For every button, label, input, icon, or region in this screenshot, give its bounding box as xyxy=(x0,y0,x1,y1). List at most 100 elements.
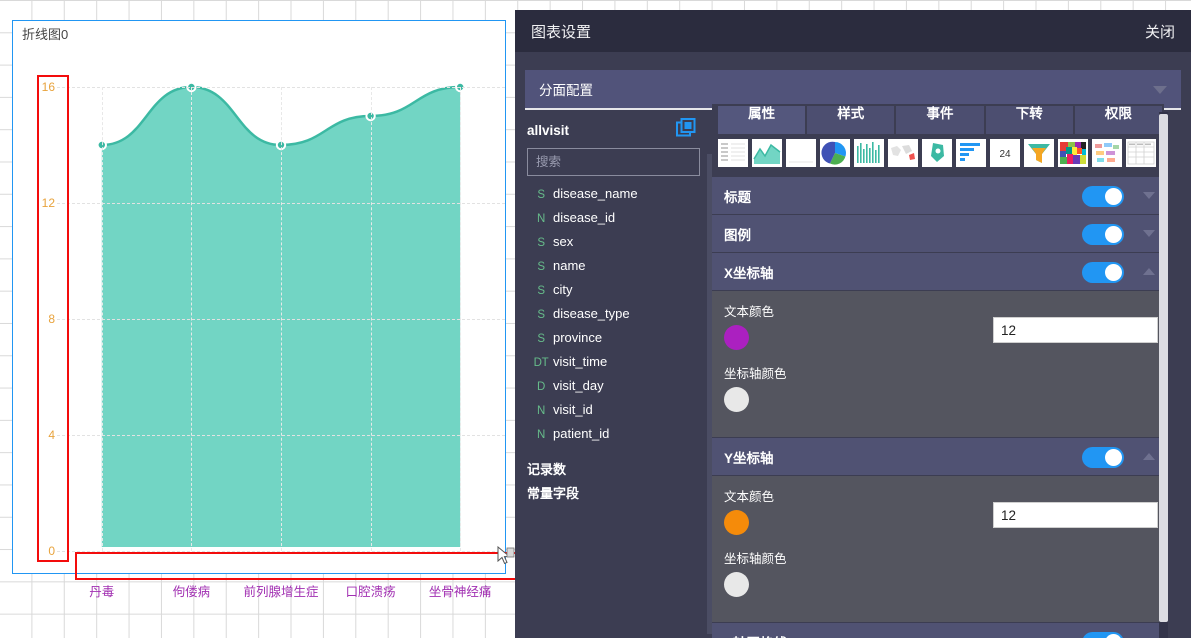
field-name: disease_type xyxy=(553,306,630,321)
setting-row-label: 标题 xyxy=(724,189,751,205)
field-item[interactable]: Sdisease_name xyxy=(515,186,712,210)
table-icon[interactable] xyxy=(718,139,748,167)
chevron-down-icon[interactable] xyxy=(1143,230,1155,237)
field-name: visit_time xyxy=(553,354,608,369)
toggle-knob xyxy=(1105,449,1122,466)
setting-row-X轴网格线[interactable]: X轴网格线 xyxy=(712,623,1164,638)
field-item[interactable]: Sprovince xyxy=(515,330,712,354)
field-item[interactable]: Sdisease_type xyxy=(515,306,712,330)
field-type-badge: DT xyxy=(533,357,549,369)
facet-config-label: 分面配置 xyxy=(539,83,593,98)
setting-row-图例[interactable]: 图例 xyxy=(712,215,1164,253)
x-axis-tick: 佝偻病 xyxy=(172,585,211,599)
field-type-badge: S xyxy=(537,333,545,345)
field-list-extras: 记录数 常量字段 xyxy=(515,459,712,507)
field-item[interactable]: Scity xyxy=(515,282,712,306)
dataset-switch-icon[interactable] xyxy=(676,118,696,138)
chevron-down-icon[interactable] xyxy=(1143,192,1155,199)
map-icon[interactable] xyxy=(888,139,918,167)
x-axis-tick: 坐骨神经痛 xyxy=(428,585,492,599)
v-gridline xyxy=(460,87,462,551)
search-input[interactable] xyxy=(527,148,700,176)
axis-color-label: 坐标轴颜色 xyxy=(724,552,787,566)
number-card-icon[interactable]: 24 xyxy=(990,139,1020,167)
chart-title: 折线图0 xyxy=(22,27,69,42)
field-item[interactable]: Ndisease_id xyxy=(515,210,712,234)
panel-title: 图表设置 xyxy=(531,23,592,41)
chevron-down-icon xyxy=(1153,86,1167,94)
field-item[interactable]: DT visit_time xyxy=(515,354,712,378)
flow-diagram-icon[interactable] xyxy=(1092,139,1122,167)
tab-下转[interactable]: 下转 xyxy=(985,106,1073,134)
tab-label: 下转 xyxy=(1015,106,1043,121)
field-name: city xyxy=(553,282,573,297)
x-axis-tick: 口腔溃疡 xyxy=(345,585,396,599)
toggle-switch[interactable] xyxy=(1082,447,1124,468)
setting-row-标题[interactable]: 标题 xyxy=(712,177,1164,215)
field-type-badge: S xyxy=(537,261,545,273)
region-map-icon[interactable] xyxy=(922,139,952,167)
field-name: disease_name xyxy=(553,186,638,201)
settings-scrollbar[interactable] xyxy=(1159,112,1168,638)
bar-chart-icon[interactable] xyxy=(956,139,986,167)
field-type-badge: S xyxy=(537,189,545,201)
settings-tabs: 属性 样式 事件 下转 权限 xyxy=(718,104,1164,134)
tab-label: 权限 xyxy=(1104,106,1132,121)
toggle-switch[interactable] xyxy=(1082,224,1124,245)
font-size-input[interactable] xyxy=(993,317,1158,343)
pivot-table-icon[interactable] xyxy=(1126,139,1156,167)
chevron-up-icon[interactable] xyxy=(1143,268,1155,275)
record-count-item[interactable]: 记录数 xyxy=(527,459,712,483)
field-type-badge: N xyxy=(536,405,545,417)
text-color-swatch[interactable] xyxy=(724,325,749,350)
column-chart-icon[interactable] xyxy=(854,139,884,167)
v-gridline xyxy=(101,87,103,551)
tab-权限[interactable]: 权限 xyxy=(1074,106,1163,134)
tab-属性[interactable]: 属性 xyxy=(718,106,806,134)
setting-body-X坐标轴: 文本颜色坐标轴颜色 xyxy=(712,291,1164,438)
dataset-header: allvisit xyxy=(527,116,702,144)
dataset-name: allvisit xyxy=(527,122,570,138)
field-item[interactable]: Npatient_id xyxy=(515,426,712,450)
funnel-chart-icon[interactable] xyxy=(1024,139,1054,167)
close-button[interactable]: 关闭 xyxy=(1145,21,1175,42)
text-color-swatch[interactable] xyxy=(724,510,749,535)
tab-事件[interactable]: 事件 xyxy=(896,106,984,134)
toggle-knob xyxy=(1105,264,1122,281)
settings-scrollbar-thumb[interactable] xyxy=(1159,114,1168,622)
field-name: visit_id xyxy=(553,402,593,417)
field-list-panel: allvisit Sdisease_nameNdisease_idSsexSna… xyxy=(515,112,712,638)
field-item[interactable]: Ssex xyxy=(515,234,712,258)
font-size-input[interactable] xyxy=(993,502,1158,528)
chart-plot-wrapper: 0 4 8 12 16 丹毒 佝偻病 前列腺增生症 口腔溃疡 坐骨神经痛 xyxy=(13,47,505,599)
setting-row-Y坐标轴[interactable]: Y坐标轴 xyxy=(712,438,1164,476)
field-type-badge: D xyxy=(536,381,545,393)
y-axis-tick: 12 xyxy=(41,196,55,210)
toggle-switch[interactable] xyxy=(1082,632,1124,638)
field-items-list: Sdisease_name Ndisease_id Ssex Sname Scity Sd… xyxy=(515,186,712,450)
pie-chart-icon[interactable] xyxy=(820,139,850,167)
field-name: disease_id xyxy=(553,210,616,225)
tab-label: 事件 xyxy=(926,106,954,121)
chart-plot-area xyxy=(57,47,505,552)
treemap-icon[interactable] xyxy=(1058,139,1088,167)
blank-chart-icon[interactable] xyxy=(786,139,816,167)
setting-body-Y坐标轴: 文本颜色坐标轴颜色 xyxy=(712,476,1164,623)
setting-row-X坐标轴[interactable]: X坐标轴 xyxy=(712,253,1164,291)
chevron-up-icon[interactable] xyxy=(1143,453,1155,460)
setting-row-label: 图例 xyxy=(724,227,751,243)
field-item[interactable]: Nvisit_id xyxy=(515,402,712,426)
y-axis-tick: 4 xyxy=(48,428,55,442)
tab-样式[interactable]: 样式 xyxy=(807,106,895,134)
field-item[interactable]: Sname xyxy=(515,258,712,282)
x-axis-tick: 丹毒 xyxy=(89,585,115,599)
constant-field-item[interactable]: 常量字段 xyxy=(527,483,712,507)
x-axis-tick: 前列腺增生症 xyxy=(243,585,319,599)
chart-widget-card[interactable]: 折线图0 0 4 8 12 16 丹毒 佝偻病 前列腺增生症 口腔溃疡 坐骨神经痛 xyxy=(12,20,528,599)
toggle-switch[interactable] xyxy=(1082,262,1124,283)
toggle-switch[interactable] xyxy=(1082,186,1124,207)
area-chart-icon[interactable] xyxy=(752,139,782,167)
field-item[interactable]: Dvisit_day xyxy=(515,378,712,402)
axis-color-swatch[interactable] xyxy=(724,387,749,412)
axis-color-swatch[interactable] xyxy=(724,572,749,597)
